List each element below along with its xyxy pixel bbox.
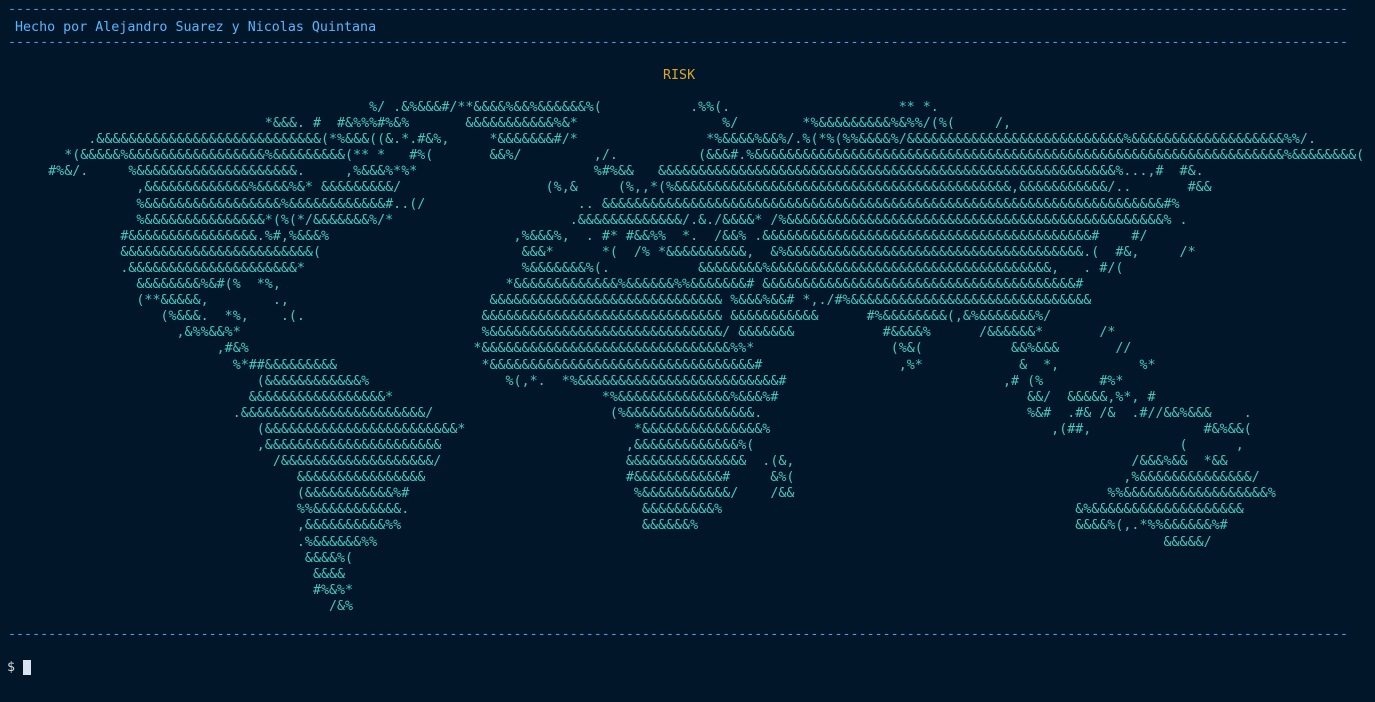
- top-separator: ----------------------------------------…: [8, 2, 1350, 17]
- shell-prompt[interactable]: $: [7, 659, 15, 677]
- credits-line: Hecho por Alejandro Suarez y Nicolas Qui…: [15, 20, 377, 35]
- text-cursor[interactable]: [23, 660, 31, 675]
- header-separator: ----------------------------------------…: [8, 35, 1350, 50]
- bottom-separator: ----------------------------------------…: [8, 627, 1350, 642]
- world-map-ascii: %/ .&%&&&#/**&&&&%&&%&&&&&&%( .%%(. ** *…: [48, 100, 1365, 614]
- game-title: RISK: [663, 68, 696, 83]
